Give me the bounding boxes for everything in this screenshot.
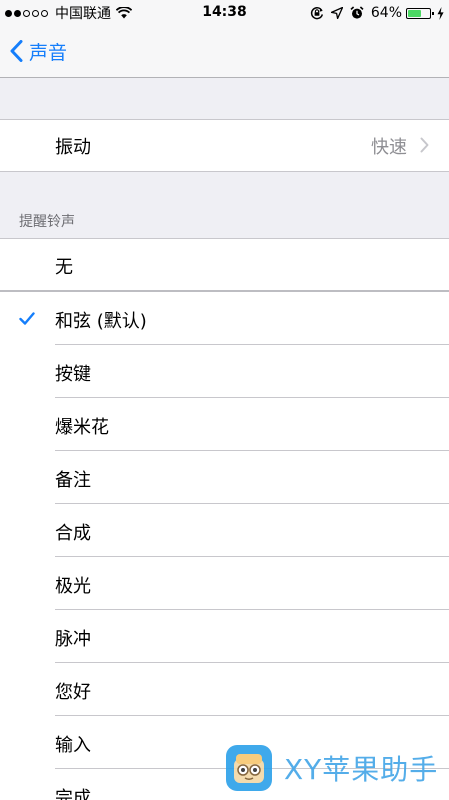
group-spacer [0,78,449,119]
alarm-icon [350,6,364,19]
status-right: 64% [303,4,444,22]
tone-label: 和弦 (默认) [55,311,147,332]
tone-label: 输入 [55,735,91,756]
tone-none-label: 无 [55,257,73,278]
tone-row[interactable]: 极光 [0,557,449,609]
vibration-value: 快速 [371,137,407,158]
tone-row[interactable]: 您好 [0,663,449,715]
battery-percentage: 64% [370,5,402,21]
tone-label: 脉冲 [55,629,91,650]
tone-row[interactable]: 脉冲 [0,610,449,662]
tone-row[interactable]: 按键 [0,345,449,397]
location-arrow-icon [330,7,343,19]
status-bar: 中国联通 14:38 64% [0,0,449,27]
checkmark-icon [19,312,35,325]
tone-none-row[interactable]: 无 [0,239,449,290]
robot-face-icon [234,754,264,783]
navigation-bar: 声音 [0,27,449,77]
back-button-label: 声音 [29,41,68,64]
tone-label: 您好 [55,682,91,703]
alert-tones-section-header: 提醒铃声 [19,214,75,230]
tone-label: 按键 [55,364,91,385]
tone-row[interactable]: 合成 [0,504,449,556]
back-button[interactable]: 声音 [10,38,67,64]
tone-label: 极光 [55,576,91,597]
chevron-left-icon [10,40,23,62]
vibration-row[interactable]: 振动 快速 [0,120,449,171]
battery-icon [406,7,434,19]
chevron-right-icon [420,137,429,153]
tone-label: 合成 [55,523,91,544]
top-bar: 中国联通 14:38 64% 声音 [0,0,449,78]
tone-row[interactable]: 爆米花 [0,398,449,450]
xy-assistant-logo [226,745,272,791]
vibration-label: 振动 [55,137,91,158]
rotation-lock-icon [310,7,323,20]
tone-label: 爆米花 [55,417,109,438]
watermark: XY苹果助手 [226,745,438,791]
charging-bolt-icon [437,6,444,20]
tone-label: 完成 [55,788,91,800]
sound-alert-tone-screen: 中国联通 14:38 64% 声音 振动 快速 提醒铃声 无 和弦 (默认) 按… [0,0,449,800]
battery-fill [408,9,421,17]
tone-label: 备注 [55,470,91,491]
battery-nub [432,11,434,15]
tone-row[interactable]: 和弦 (默认) [0,292,449,344]
watermark-text: XY苹果助手 [284,753,439,786]
tone-row[interactable]: 备注 [0,451,449,503]
